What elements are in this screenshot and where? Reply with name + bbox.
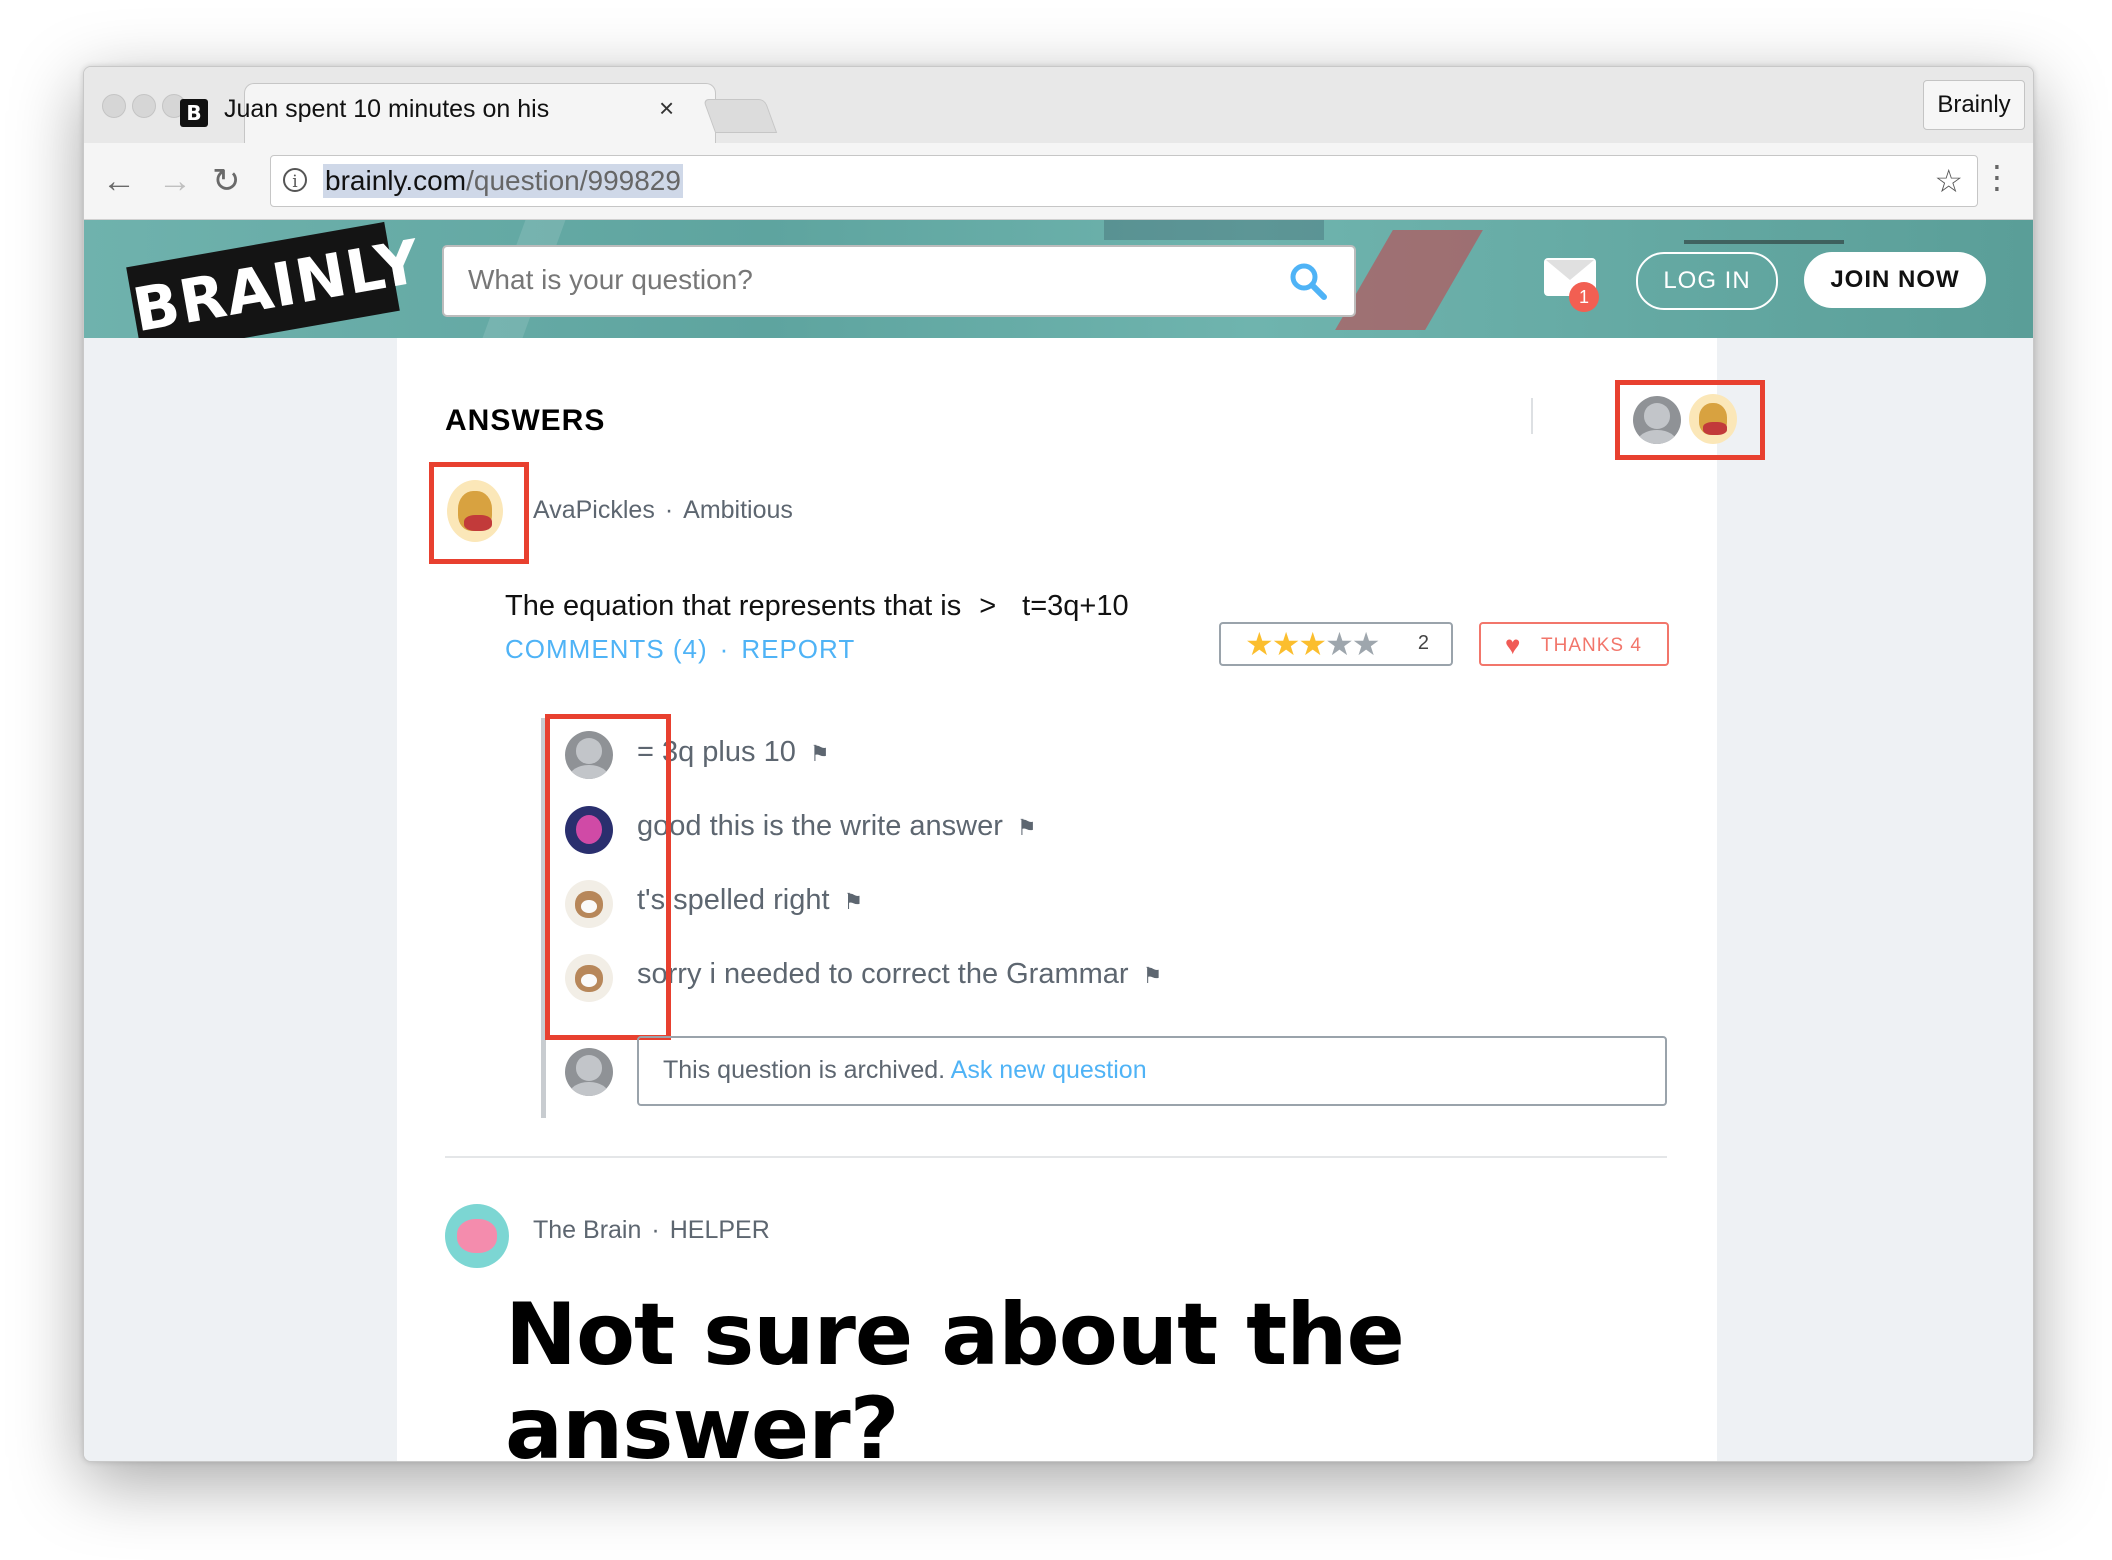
answer-actions: COMMENTS (4) · REPORT [505, 634, 855, 665]
helper-role: HELPER [669, 1216, 770, 1244]
site-info-icon[interactable]: i [283, 168, 307, 192]
join-now-button[interactable]: JOIN NOW [1804, 252, 1986, 308]
brain-avatar-icon [445, 1204, 509, 1268]
minimize-window-button[interactable] [132, 94, 156, 118]
answer-arrow: > [979, 590, 997, 622]
archived-text: This question is archived. [663, 1056, 946, 1084]
title-bar: B Juan spent 10 minutes on his × Brainly [84, 67, 2033, 144]
address-bar[interactable]: i brainly.com/question/999829 ☆ [270, 155, 1978, 207]
close-window-button[interactable] [102, 94, 126, 118]
header-banner: BRAINLY 1 LOG IN JOIN NOW [84, 220, 2033, 338]
archived-text-line: This question is archived. Ask new quest… [663, 1056, 1147, 1085]
star-rating[interactable]: ★★★★★ 2 [1219, 622, 1453, 666]
helper-meta: The Brain · HELPER [533, 1216, 770, 1245]
link-separator: · [719, 634, 730, 664]
meta-separator: · [651, 1216, 660, 1244]
rating-stars[interactable]: ★★★★★ [1245, 626, 1381, 662]
comment-text: sorry i needed to correct the Grammar [637, 958, 1129, 990]
star-filled-icon[interactable]: ★ [1298, 626, 1327, 662]
star-empty-icon[interactable]: ★ [1325, 626, 1354, 662]
login-button[interactable]: LOG IN [1636, 252, 1778, 310]
highlight-box [429, 462, 529, 564]
author-name-link[interactable]: AvaPickles [533, 496, 655, 524]
star-empty-icon[interactable]: ★ [1352, 626, 1381, 662]
url-path: /question/999829 [466, 165, 681, 196]
question-search[interactable] [442, 245, 1356, 317]
helper-name: The Brain [533, 1216, 642, 1244]
answer-author-meta: AvaPickles · Ambitious [533, 496, 793, 525]
new-tab-button[interactable] [702, 99, 778, 133]
comment-item: sorry i needed to correct the Grammar ⚑ [637, 958, 1162, 991]
brainly-favicon-icon: B [180, 99, 208, 127]
star-filled-icon[interactable]: ★ [1245, 626, 1274, 662]
browser-window: B Juan spent 10 minutes on his × Brainly… [83, 66, 2034, 1462]
heart-icon: ♥ [1505, 630, 1522, 660]
helper-title: Not sure about the answer? [505, 1285, 1405, 1461]
meta-separator: · [664, 496, 674, 524]
answer-equation: t=3q+10 [1022, 590, 1129, 622]
tab-close-icon[interactable]: × [659, 93, 674, 124]
search-input[interactable] [466, 257, 1250, 303]
search-icon[interactable] [1288, 261, 1328, 301]
default-avatar-icon[interactable] [565, 1048, 613, 1096]
flag-icon[interactable]: ⚑ [810, 741, 830, 767]
answer-text: The equation that represents that is [505, 590, 962, 622]
flag-icon[interactable]: ⚑ [844, 889, 864, 915]
highlight-box [545, 714, 671, 1040]
flag-icon[interactable]: ⚑ [1017, 815, 1037, 841]
comment-item: good this is the write answer ⚑ [637, 810, 1037, 843]
report-link[interactable]: REPORT [741, 634, 855, 664]
back-arrow-icon[interactable]: ← [102, 161, 136, 201]
browser-menu-icon[interactable]: ⋮ [1981, 157, 2013, 197]
comments-link[interactable]: COMMENTS (4) [505, 634, 708, 664]
answer-body: The equation that represents that is > t=3… [505, 590, 1129, 623]
url-host: brainly.com [325, 165, 467, 196]
ask-new-question-link[interactable]: Ask new question [951, 1056, 1147, 1084]
page-viewport: BRAINLY 1 LOG IN JOIN NOW ANSWERS [84, 220, 2033, 1461]
reload-icon[interactable]: ↻ [212, 161, 241, 201]
url-text[interactable]: brainly.com/question/999829 [323, 164, 683, 198]
header-divider [1531, 398, 1533, 434]
mail-notification-badge: 1 [1569, 282, 1599, 312]
rating-count: 2 [1417, 632, 1429, 654]
archived-notice: This question is archived. Ask new quest… [637, 1036, 1667, 1106]
thanks-button[interactable]: ♥ THANKS 4 [1479, 622, 1669, 666]
bookmark-star-icon[interactable]: ☆ [1934, 162, 1963, 200]
flag-icon[interactable]: ⚑ [1143, 963, 1163, 989]
answers-panel: ANSWERS AvaPickles · Ambitious The equatio… [397, 338, 1765, 1461]
star-filled-icon[interactable]: ★ [1272, 626, 1301, 662]
browser-toolbar: ← → ↻ i brainly.com/question/999829 ☆ ⋮ [84, 143, 2033, 220]
highlight-box [1615, 380, 1765, 460]
forward-arrow-icon[interactable]: → [158, 161, 192, 201]
tab-title: Juan spent 10 minutes on his [224, 95, 550, 123]
section-divider [445, 1156, 1667, 1158]
author-rank: Ambitious [683, 496, 793, 524]
brainly-logo[interactable]: BRAINLY [126, 221, 426, 338]
thanks-label: THANKS 4 [1541, 635, 1642, 656]
answers-heading: ANSWERS [445, 404, 606, 437]
comment-text: good this is the write answer [637, 810, 1003, 842]
profile-button[interactable]: Brainly [1923, 80, 2025, 130]
